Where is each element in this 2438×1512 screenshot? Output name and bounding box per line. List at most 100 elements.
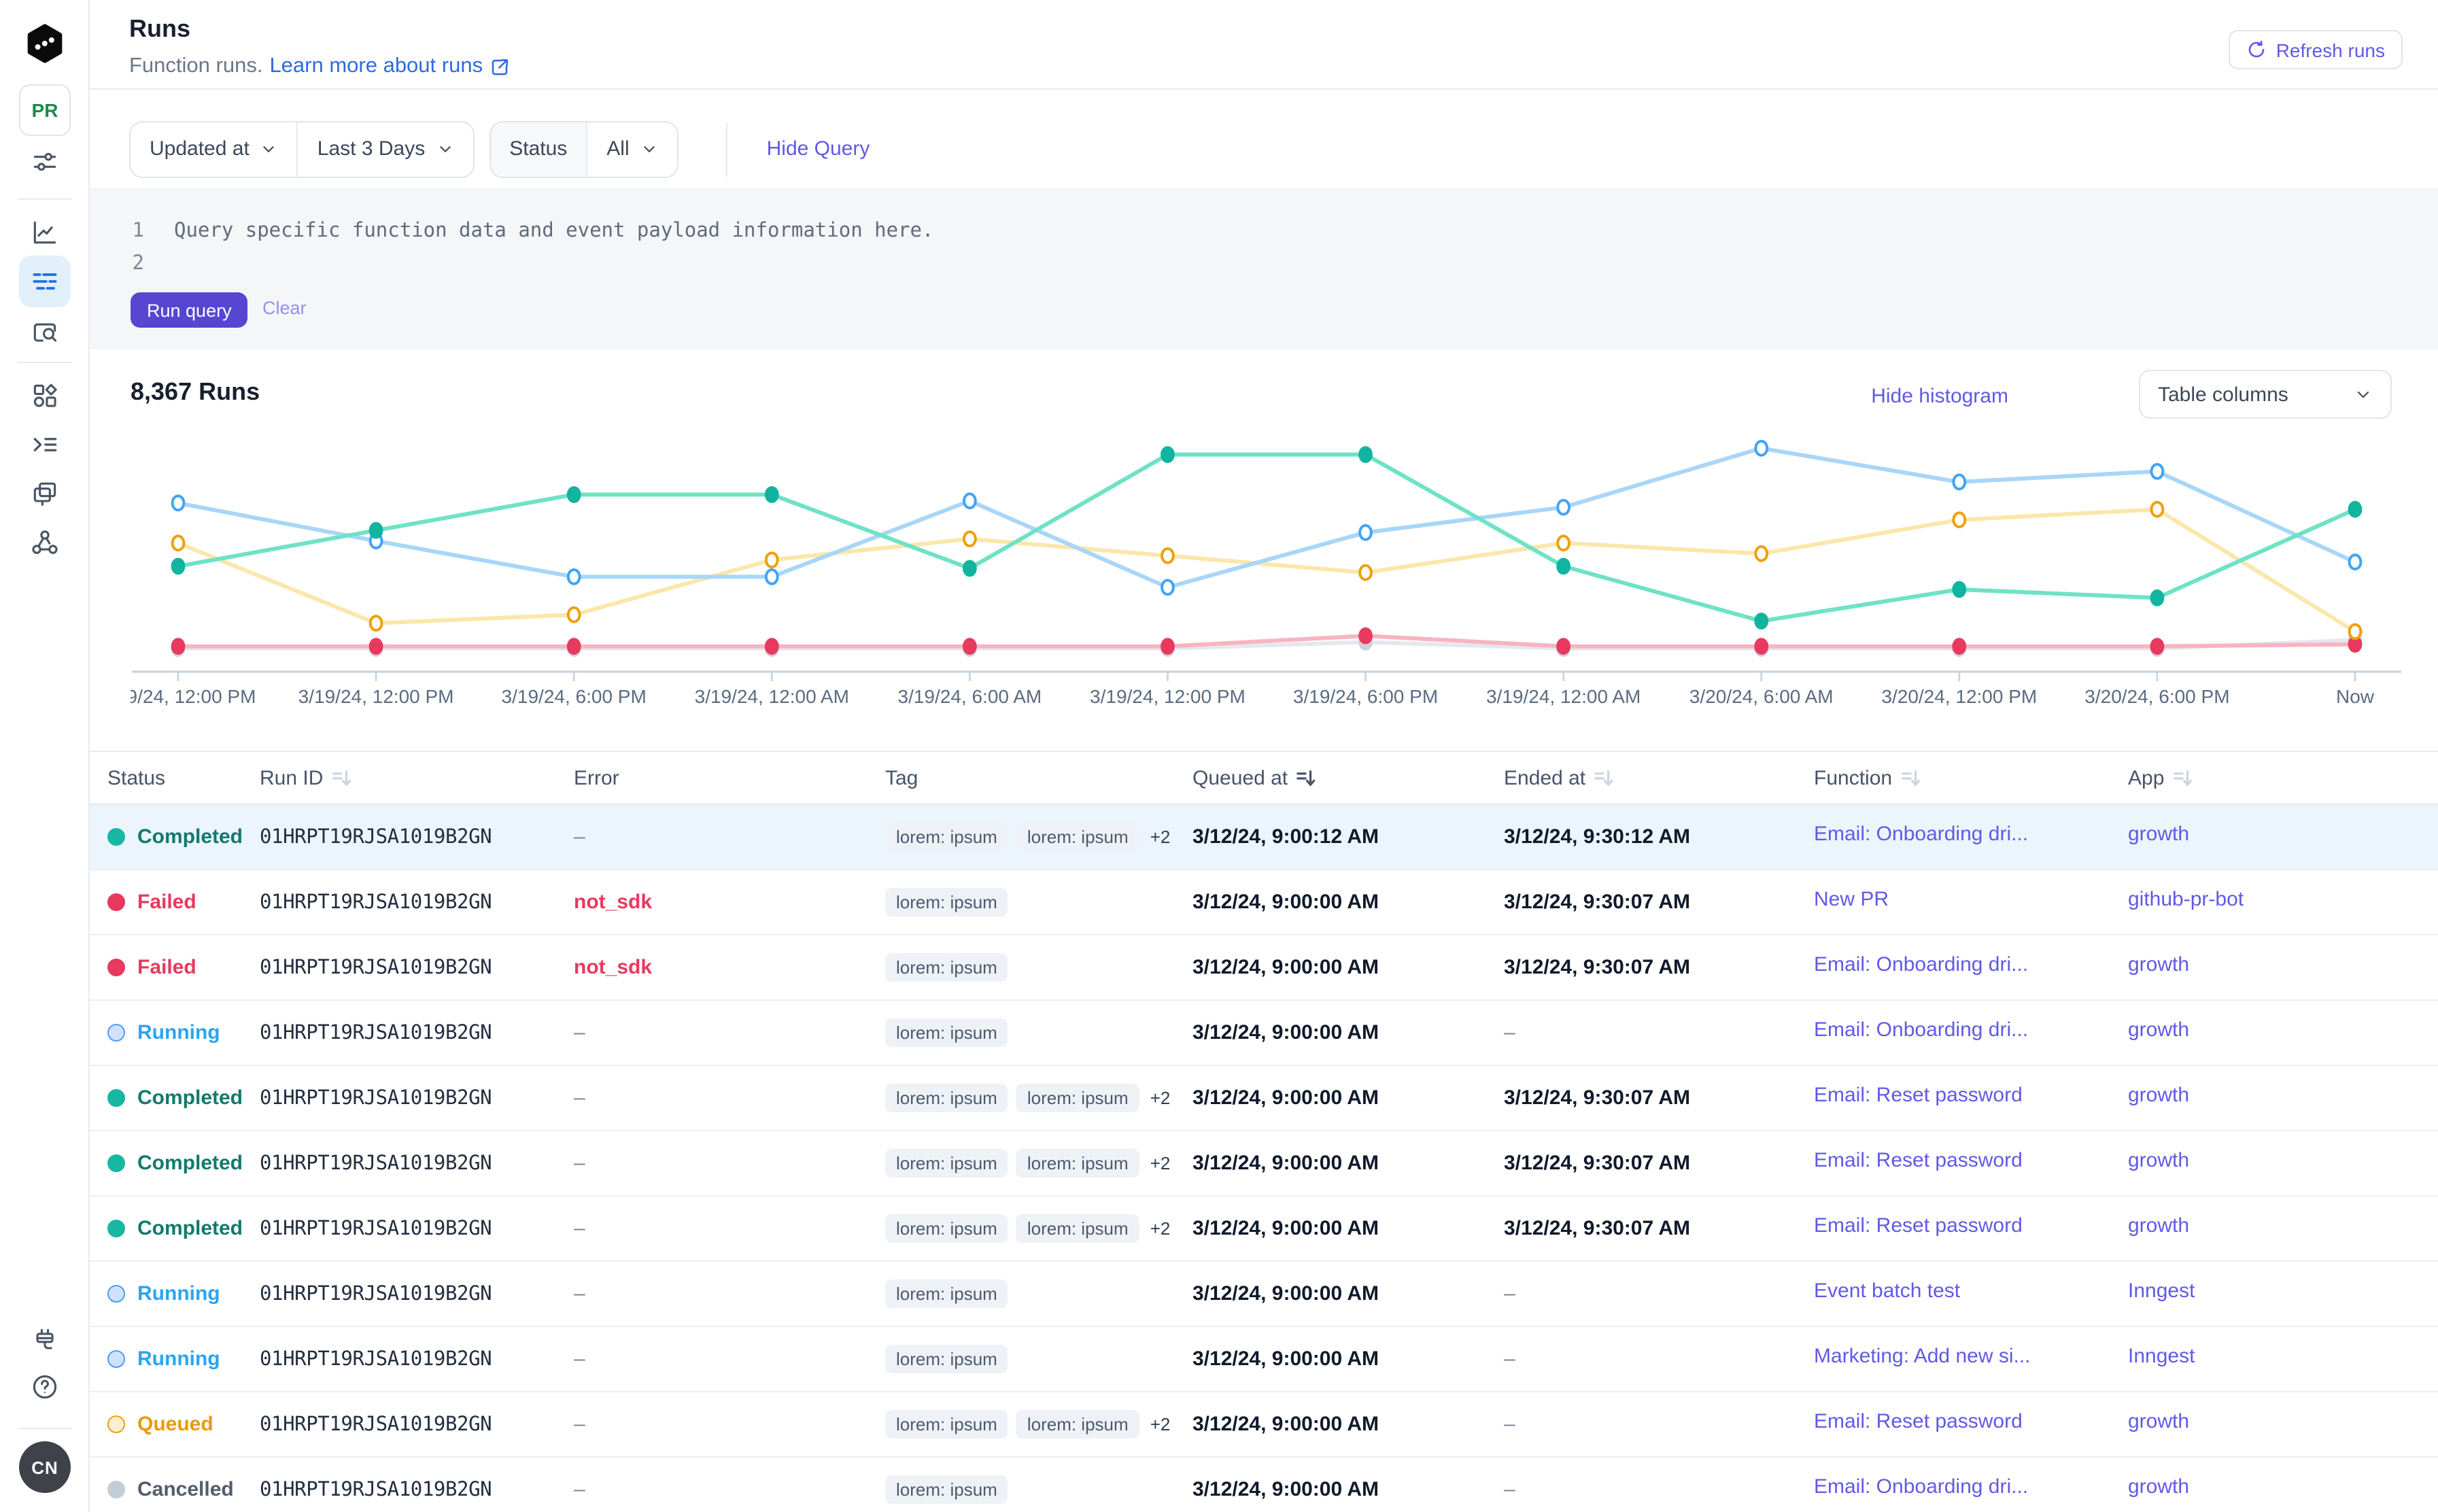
column-header-app[interactable]: App bbox=[2128, 766, 2438, 789]
status-dot bbox=[107, 1481, 125, 1498]
hide-query-link[interactable]: Hide Query bbox=[767, 137, 870, 160]
status-dot bbox=[107, 828, 125, 846]
functions-icon[interactable] bbox=[19, 468, 71, 519]
workspace-badge-label: PR bbox=[32, 99, 58, 121]
function-link[interactable]: Email: Reset password bbox=[1814, 1410, 2023, 1433]
tag-chip: lorem: ipsum bbox=[1016, 1214, 1139, 1243]
line-number: 2 bbox=[109, 253, 144, 275]
table-row[interactable]: Completed01HRPT19RJSA1019B2GN–lorem: ips… bbox=[90, 1066, 2438, 1131]
status-label: Cancelled bbox=[137, 1478, 234, 1501]
app-link[interactable]: growth bbox=[2128, 953, 2189, 976]
table-row[interactable]: Failed01HRPT19RJSA1019B2GNnot_sdklorem: … bbox=[90, 870, 2438, 935]
chevron-down-icon bbox=[436, 140, 453, 158]
tag-overflow-count: +2 bbox=[1150, 827, 1171, 847]
cell-error: not_sdk bbox=[574, 891, 885, 914]
sidebar: PR bbox=[0, 0, 90, 1512]
cell-tags: lorem: ipsum bbox=[885, 953, 1192, 982]
table-columns-dropdown[interactable]: Table columns bbox=[2139, 370, 2392, 419]
function-link[interactable]: New PR bbox=[1814, 888, 1889, 911]
hide-histogram-link[interactable]: Hide histogram bbox=[1871, 385, 2008, 408]
filters-sliders-icon[interactable] bbox=[19, 136, 71, 188]
plug-icon[interactable] bbox=[19, 1315, 71, 1367]
sort-icon bbox=[1594, 768, 1614, 788]
user-avatar[interactable]: CN bbox=[19, 1441, 71, 1493]
clear-query-button[interactable]: Clear bbox=[262, 298, 307, 318]
status-label: Queued bbox=[137, 1413, 213, 1436]
table-row[interactable]: Running01HRPT19RJSA1019B2GN–lorem: ipsum… bbox=[90, 1001, 2438, 1066]
help-icon[interactable] bbox=[19, 1361, 71, 1413]
app-link[interactable]: Inngest bbox=[2128, 1345, 2195, 1368]
column-header-queued-at[interactable]: Queued at bbox=[1192, 766, 1504, 789]
cell-app: growth bbox=[2128, 1475, 2438, 1504]
cell-error: – bbox=[574, 1413, 885, 1436]
tag-chip: lorem: ipsum bbox=[885, 1018, 1008, 1047]
function-link[interactable]: Event batch test bbox=[1814, 1279, 1960, 1303]
status-dot bbox=[107, 1154, 125, 1172]
data-point-queued bbox=[173, 536, 184, 550]
time-range-dropdown[interactable]: Last 3 Days bbox=[297, 122, 473, 176]
table-row[interactable]: Completed01HRPT19RJSA1019B2GN–lorem: ips… bbox=[90, 805, 2438, 870]
column-header-function[interactable]: Function bbox=[1814, 766, 2128, 789]
column-header-ended-at[interactable]: Ended at bbox=[1504, 766, 1814, 789]
table-row[interactable]: Completed01HRPT19RJSA1019B2GN–lorem: ips… bbox=[90, 1131, 2438, 1197]
refresh-runs-button[interactable]: Refresh runs bbox=[2229, 30, 2403, 69]
function-link[interactable]: Email: Onboarding dri... bbox=[1814, 823, 2028, 846]
query-editor[interactable]: 1 Query specific function data and event… bbox=[90, 188, 2438, 349]
run-query-button[interactable]: Run query bbox=[131, 292, 248, 328]
data-point-completed bbox=[173, 560, 184, 574]
cell-status: Running bbox=[107, 1282, 260, 1305]
function-link[interactable]: Email: Onboarding dri... bbox=[1814, 1018, 2028, 1042]
webhooks-icon[interactable] bbox=[19, 517, 71, 568]
table-row[interactable]: Running01HRPT19RJSA1019B2GN–lorem: ipsum… bbox=[90, 1262, 2438, 1327]
data-point-completed bbox=[964, 562, 976, 576]
function-link[interactable]: Email: Reset password bbox=[1814, 1214, 2023, 1237]
app-link[interactable]: growth bbox=[2128, 1475, 2189, 1498]
app-link[interactable]: github-pr-bot bbox=[2128, 888, 2244, 911]
function-link[interactable]: Email: Onboarding dri... bbox=[1814, 953, 2028, 976]
app-link[interactable]: growth bbox=[2128, 1018, 2189, 1042]
tag-chip: lorem: ipsum bbox=[885, 1279, 1008, 1308]
x-axis-tick-label: 3/19/24, 6:00 AM bbox=[898, 686, 1042, 707]
data-point-failed bbox=[1360, 629, 1371, 643]
app-link[interactable]: growth bbox=[2128, 1149, 2189, 1172]
events-icon[interactable] bbox=[19, 419, 71, 470]
learn-more-link[interactable]: Learn more about runs bbox=[269, 54, 483, 79]
status-dot bbox=[107, 1024, 125, 1042]
function-link[interactable]: Email: Reset password bbox=[1814, 1084, 2023, 1107]
cell-status: Running bbox=[107, 1021, 260, 1044]
app-link[interactable]: growth bbox=[2128, 1410, 2189, 1433]
table-row[interactable]: Completed01HRPT19RJSA1019B2GN–lorem: ips… bbox=[90, 1197, 2438, 1262]
apps-icon[interactable] bbox=[19, 370, 71, 422]
column-header-run-id[interactable]: Run ID bbox=[260, 766, 574, 789]
search-icon[interactable] bbox=[19, 307, 71, 359]
function-link[interactable]: Email: Onboarding dri... bbox=[1814, 1475, 2028, 1498]
page-subtitle: Function runs. bbox=[129, 54, 262, 79]
column-header-label: App bbox=[2128, 766, 2164, 789]
runs-icon[interactable] bbox=[19, 256, 71, 307]
app-link[interactable]: growth bbox=[2128, 1214, 2189, 1237]
data-point-completed bbox=[1755, 614, 1767, 628]
data-point-running bbox=[2152, 464, 2163, 479]
status-label: Running bbox=[137, 1282, 220, 1305]
table-row[interactable]: Failed01HRPT19RJSA1019B2GNnot_sdklorem: … bbox=[90, 935, 2438, 1001]
function-link[interactable]: Email: Reset password bbox=[1814, 1149, 2023, 1172]
tag-chip: lorem: ipsum bbox=[885, 1345, 1008, 1373]
column-header-label: Function bbox=[1814, 766, 1892, 789]
status-filter-dropdown[interactable]: All bbox=[586, 122, 676, 176]
inngest-logo-icon bbox=[23, 22, 67, 65]
app-link[interactable]: Inngest bbox=[2128, 1279, 2195, 1303]
inngest-logo[interactable] bbox=[19, 18, 71, 69]
x-axis-tick-label: 3/20/24, 6:00 AM bbox=[1689, 686, 1834, 707]
function-link[interactable]: Marketing: Add new si... bbox=[1814, 1345, 2031, 1368]
x-axis-tick-label: 3/19/24, 12:00 PM bbox=[1090, 686, 1246, 707]
sort-field-dropdown[interactable]: Updated at bbox=[131, 122, 297, 176]
workspace-badge[interactable]: PR bbox=[19, 84, 71, 136]
app-link[interactable]: growth bbox=[2128, 823, 2189, 846]
column-header-label: Tag bbox=[885, 766, 918, 789]
table-row[interactable]: Queued01HRPT19RJSA1019B2GN–lorem: ipsuml… bbox=[90, 1392, 2438, 1458]
data-point-completed bbox=[1558, 560, 1569, 574]
metrics-icon[interactable] bbox=[19, 207, 71, 258]
table-row[interactable]: Running01HRPT19RJSA1019B2GN–lorem: ipsum… bbox=[90, 1327, 2438, 1392]
table-row[interactable]: Cancelled01HRPT19RJSA1019B2GN–lorem: ips… bbox=[90, 1458, 2438, 1512]
app-link[interactable]: growth bbox=[2128, 1084, 2189, 1107]
